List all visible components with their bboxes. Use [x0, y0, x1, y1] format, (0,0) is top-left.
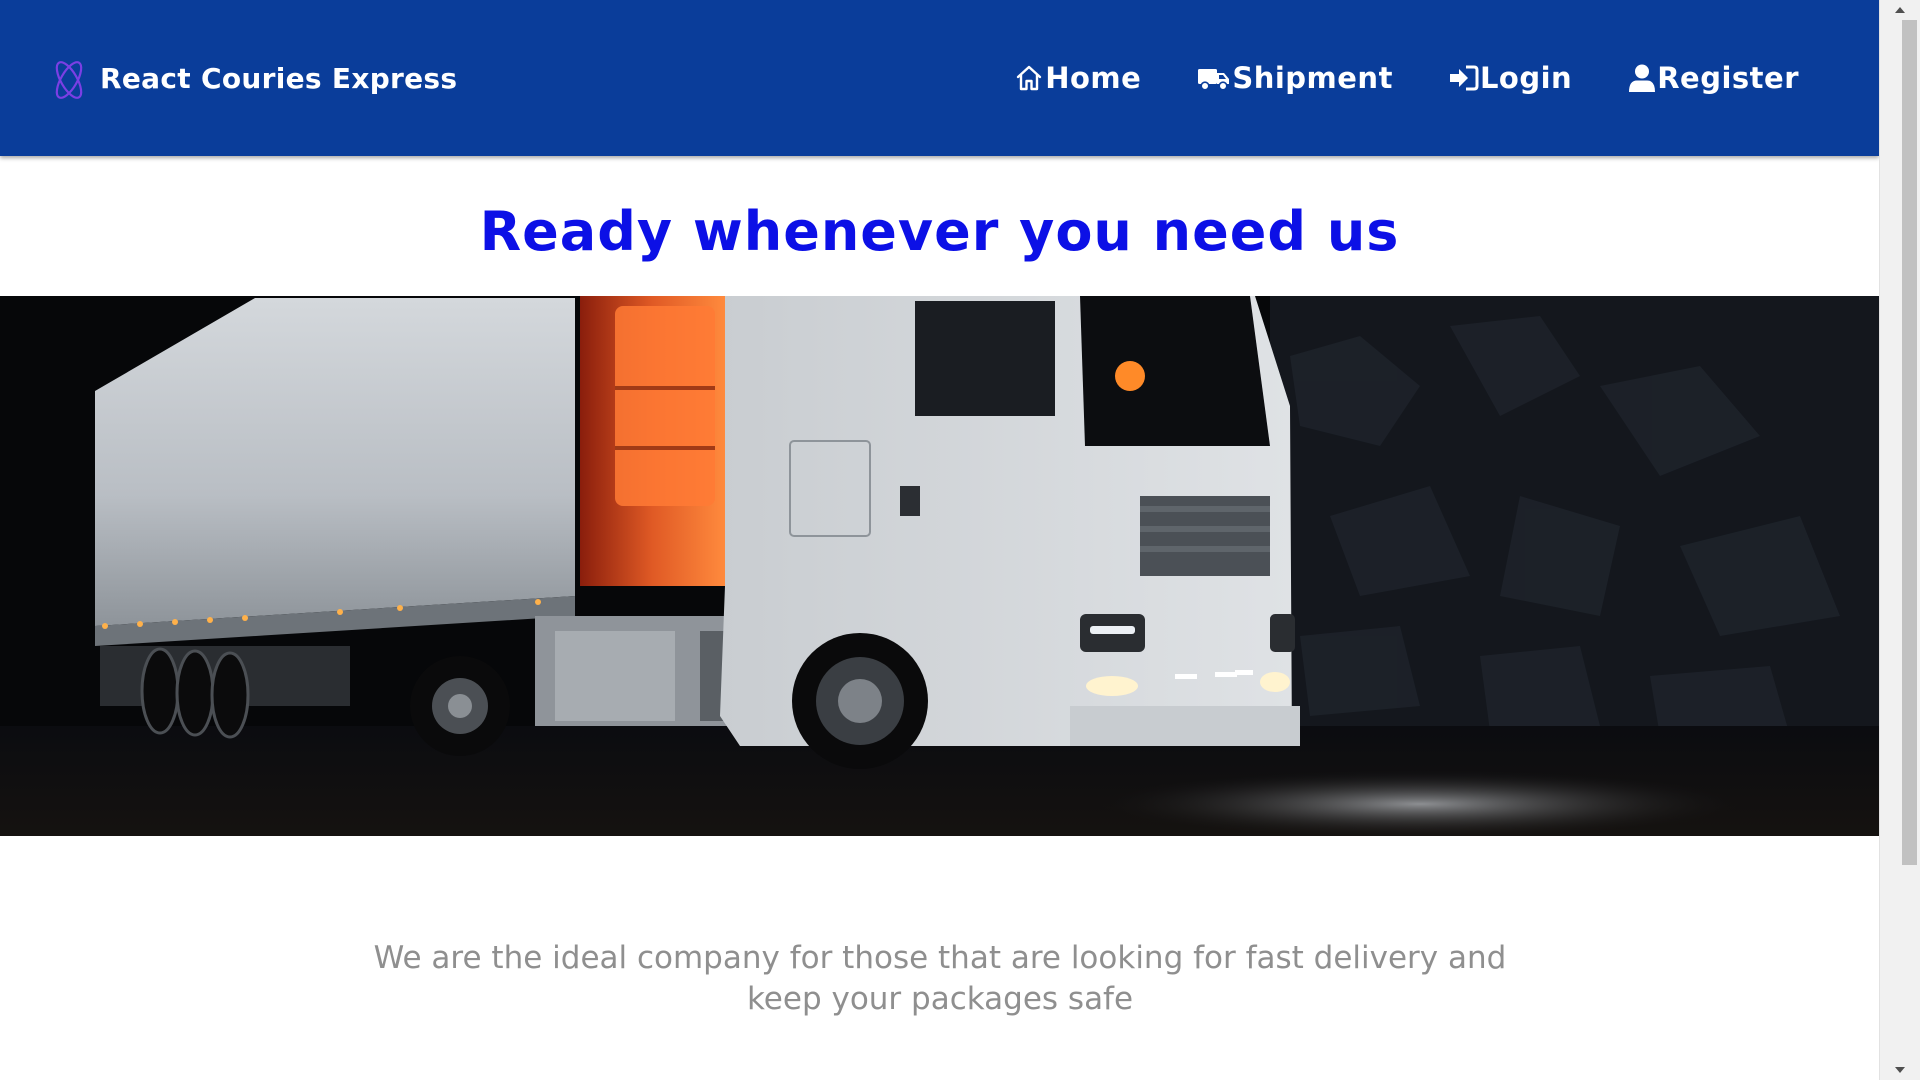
- caret-up-icon: [1895, 7, 1905, 13]
- sign-in-icon: [1449, 65, 1479, 91]
- nav-link-label: Shipment: [1232, 61, 1393, 95]
- nav-link-label: Register: [1657, 61, 1799, 95]
- scroll-thumb[interactable]: [1902, 20, 1917, 865]
- brand-link[interactable]: React Couries Express: [44, 54, 457, 102]
- vertical-scrollbar[interactable]: [1879, 0, 1920, 1080]
- scroll-down-button[interactable]: [1880, 1060, 1920, 1080]
- user-icon: [1629, 64, 1656, 92]
- navbar: React Couries Express Home Shipment Logi…: [0, 0, 1879, 156]
- hero-headline: Ready whenever you need us: [479, 200, 1400, 263]
- nav-link-label: Home: [1045, 61, 1142, 95]
- truck-night-photo: [0, 296, 1879, 836]
- truck-icon: [1198, 69, 1230, 91]
- nav-link-home[interactable]: Home: [1014, 61, 1141, 95]
- tagline-text: We are the ideal company for those that …: [373, 940, 1507, 1017]
- viewport: React Couries Express Home Shipment Logi…: [0, 0, 1879, 1080]
- nav-link-login[interactable]: Login: [1449, 61, 1572, 95]
- nav-links: Home Shipment Login Register: [958, 56, 1799, 100]
- hero-image: [0, 296, 1879, 836]
- scroll-up-button[interactable]: [1880, 0, 1920, 20]
- nav-link-register[interactable]: Register: [1628, 61, 1799, 95]
- react-logo-icon: [55, 61, 83, 99]
- caret-down-icon: [1895, 1067, 1905, 1073]
- nav-link-shipment[interactable]: Shipment: [1197, 61, 1393, 95]
- brand-name: React Couries Express: [100, 61, 458, 95]
- home-icon: [1017, 65, 1042, 91]
- nav-link-label: Login: [1479, 61, 1573, 95]
- page: React Couries Express Home Shipment Logi…: [0, 0, 1920, 1080]
